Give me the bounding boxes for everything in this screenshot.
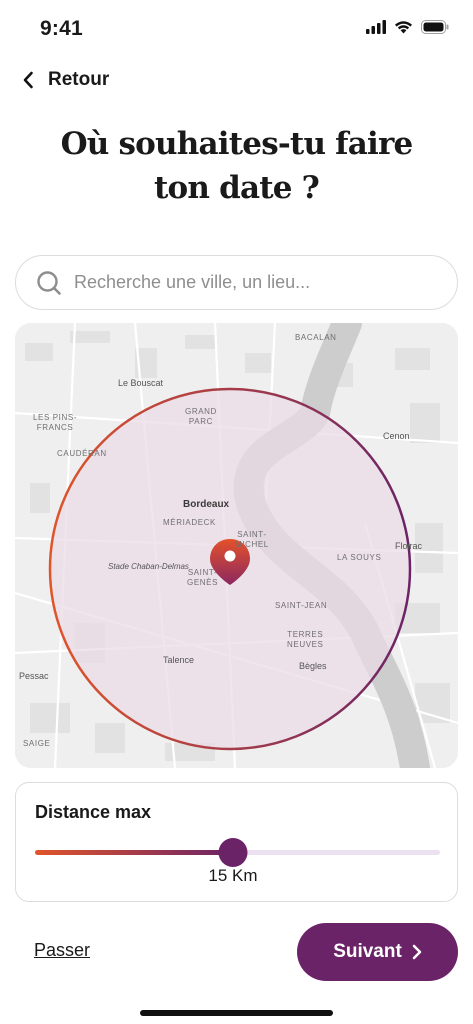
map-place-bacalan: BACALAN xyxy=(295,333,337,342)
map-place-grand-parc: GRAND PARC xyxy=(185,407,217,426)
distance-slider[interactable] xyxy=(35,838,440,868)
map-place-floirac: Floirac xyxy=(395,541,423,551)
next-button-label: Suivant xyxy=(333,941,402,962)
distance-label: Distance max xyxy=(35,802,152,822)
map-place-meriadeck: MÉRIADECK xyxy=(163,518,216,527)
status-bar: 9:41 xyxy=(0,0,473,58)
signal-icon xyxy=(366,20,386,34)
back-label: Retour xyxy=(48,69,110,90)
status-time: 9:41 xyxy=(40,17,83,40)
page-title-line-1: Où souhaites-tu faire xyxy=(60,126,414,162)
chevron-left-icon xyxy=(23,71,33,89)
map-view[interactable]: BACALAN Le Bouscat LES PINS- FRANCS GRAN… xyxy=(15,323,458,768)
search-bar[interactable] xyxy=(15,255,458,310)
distance-value: 15 Km xyxy=(208,866,258,885)
search-icon xyxy=(37,270,61,295)
status-icons xyxy=(366,20,449,34)
search-input[interactable] xyxy=(74,272,457,293)
map-place-la-souys: LA SOUYS xyxy=(337,553,382,562)
page-title: Où souhaites-tu faire ton date ? xyxy=(0,122,473,210)
map-place-talence: Talence xyxy=(163,655,195,665)
map-place-cauderan: CAUDÉRAN xyxy=(57,449,107,458)
map-place-bordeaux: Bordeaux xyxy=(183,499,230,510)
map-place-saint-jean: SAINT-JEAN xyxy=(275,601,328,610)
back-button[interactable]: Retour xyxy=(22,64,109,96)
map-place-stade: Stade Chaban-Delmas xyxy=(108,562,189,571)
page-title-line-2: ton date ? xyxy=(153,170,320,206)
map-place-les-pins-francs: LES PINS- FRANCS xyxy=(33,413,78,432)
distance-card: Distance max 15 Km xyxy=(15,782,458,902)
map-place-saint-michel: SAINT- MICHEL xyxy=(235,530,269,549)
chevron-right-icon xyxy=(412,944,422,960)
slider-thumb[interactable] xyxy=(218,838,248,867)
skip-button[interactable]: Passer xyxy=(34,940,90,961)
map-place-begles: Bègles xyxy=(299,661,327,671)
battery-icon xyxy=(421,20,449,34)
map-place-terres-neuves: TERRES NEUVES xyxy=(287,630,324,649)
map-place-saint-genes: SAINT- GENÈS xyxy=(187,568,219,587)
next-button[interactable]: Suivant xyxy=(297,923,458,981)
map-place-saige: SAIGE xyxy=(23,739,51,748)
map-place-pessac: Pessac xyxy=(19,671,49,681)
home-indicator xyxy=(140,1010,333,1016)
wifi-icon xyxy=(395,21,412,34)
slider-fill xyxy=(35,850,233,855)
map-place-cenon: Cenon xyxy=(383,431,410,441)
map-place-le-bouscat: Le Bouscat xyxy=(118,378,164,388)
